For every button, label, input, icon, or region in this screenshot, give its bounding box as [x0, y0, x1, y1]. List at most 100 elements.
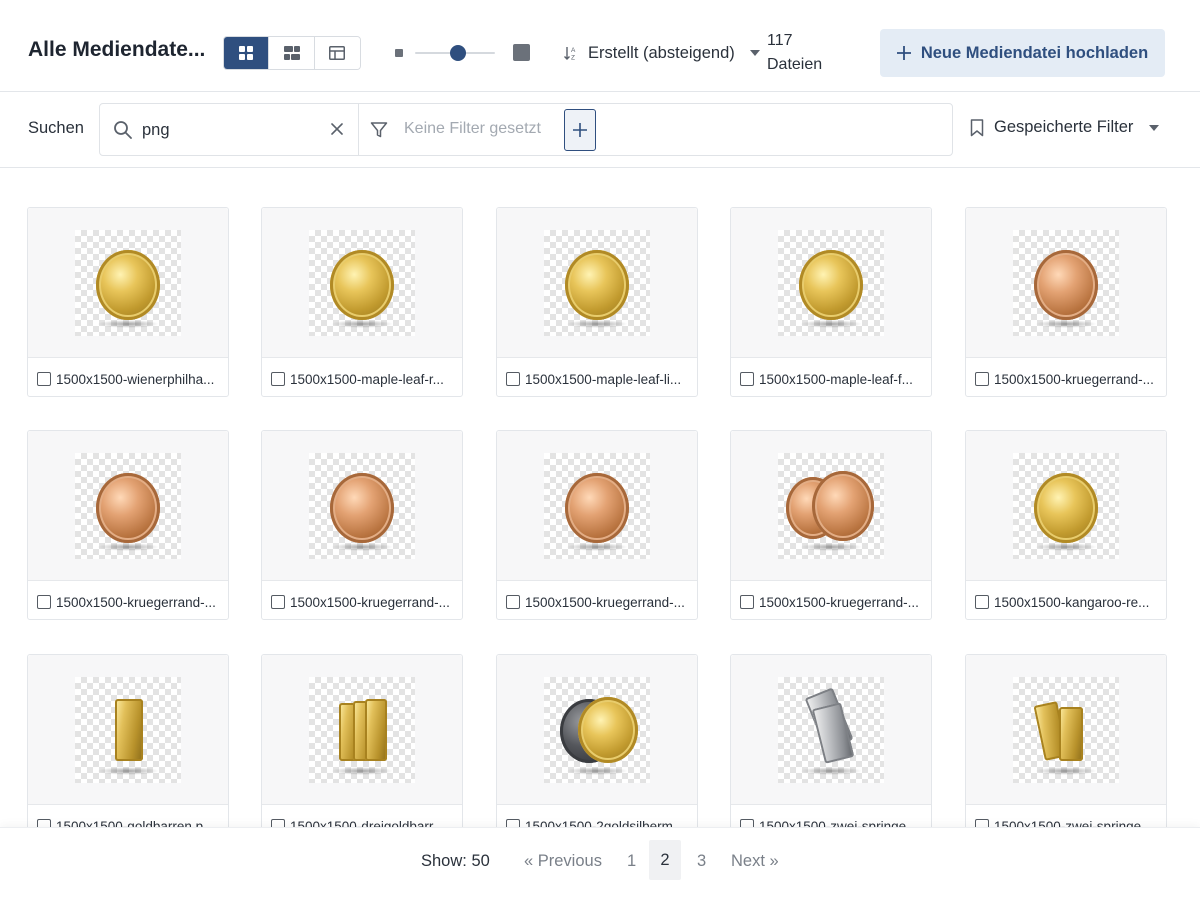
media-filename: 1500x1500-kruegerrand-... — [290, 594, 450, 610]
upload-media-button[interactable]: Neue Mediendatei hochladen — [880, 29, 1165, 77]
media-card[interactable]: 1500x1500-kruegerrand-... — [261, 430, 463, 620]
select-checkbox[interactable] — [271, 372, 285, 386]
media-thumbnail — [966, 655, 1166, 805]
saved-filters-label: Gespeicherte Filter — [994, 118, 1134, 136]
view-mode-toggle — [223, 36, 361, 70]
coin-shadow — [566, 767, 628, 775]
select-checkbox[interactable] — [271, 595, 285, 609]
search-input[interactable] — [142, 118, 322, 142]
bar-image — [365, 699, 387, 761]
select-checkbox[interactable] — [506, 595, 520, 609]
select-checkbox[interactable] — [506, 819, 520, 827]
toolbar: Alle Mediendate... A Z Erstellt (absteig… — [0, 0, 1200, 92]
transparency-background — [778, 453, 884, 559]
media-card[interactable]: 1500x1500-kruegerrand-... — [27, 430, 229, 620]
select-checkbox[interactable] — [975, 819, 989, 827]
table-view-button[interactable] — [314, 37, 360, 69]
media-card[interactable]: 1500x1500-kruegerrand-... — [496, 430, 698, 620]
current-page[interactable]: 2 — [649, 840, 681, 880]
media-card[interactable]: 1500x1500-zwei-springe... — [730, 654, 932, 827]
media-thumbnail — [966, 431, 1166, 581]
media-filename: 1500x1500-maple-leaf-f... — [759, 371, 913, 387]
coin-shadow — [800, 543, 862, 551]
bar-shadow — [1035, 767, 1097, 775]
pagination: Show: 50 « Previous 1 2 3 Next » — [0, 827, 1200, 901]
sort-icon: A Z — [564, 47, 576, 62]
transparency-background — [1013, 230, 1119, 336]
page-size-selector[interactable]: Show: 50 — [421, 852, 490, 871]
transparency-background — [309, 677, 415, 783]
media-caption: 1500x1500-dreigoldbarr... — [271, 816, 457, 827]
filter-icon — [370, 122, 388, 138]
select-checkbox[interactable] — [271, 819, 285, 827]
saved-filters-dropdown[interactable]: Gespeicherte Filter — [970, 118, 1160, 137]
coin-image — [799, 250, 863, 320]
filter-placeholder: Keine Filter gesetzt — [404, 120, 541, 137]
media-thumbnail — [966, 208, 1166, 358]
svg-text:A: A — [571, 47, 576, 54]
media-thumbnail — [731, 655, 931, 805]
mosaic-view-icon — [283, 46, 300, 60]
media-card[interactable]: 1500x1500-2goldsilberm... — [496, 654, 698, 827]
select-checkbox[interactable] — [740, 372, 754, 386]
media-card[interactable]: 1500x1500-wienerphilha... — [27, 207, 229, 397]
page-link-1[interactable]: 1 — [627, 852, 636, 871]
media-thumbnail — [28, 655, 228, 805]
media-filename: 1500x1500-kruegerrand-... — [56, 594, 216, 610]
media-grid: 1500x1500-wienerphilha... 1500x1500-maple… — [0, 168, 1200, 827]
search-icon — [114, 121, 132, 139]
coin-shadow — [331, 320, 393, 328]
media-filename: 1500x1500-2goldsilberm... — [525, 818, 685, 828]
thumbnail-size-slider[interactable] — [393, 44, 533, 62]
svg-text:Z: Z — [571, 55, 575, 62]
media-card[interactable]: 1500x1500-maple-leaf-r... — [261, 207, 463, 397]
next-page-link[interactable]: Next » — [731, 852, 779, 871]
transparency-background — [1013, 453, 1119, 559]
bar-image — [1059, 707, 1083, 761]
select-checkbox[interactable] — [506, 372, 520, 386]
media-thumbnail — [731, 431, 931, 581]
previous-page-link[interactable]: « Previous — [524, 852, 602, 871]
bookmark-icon — [970, 118, 984, 136]
select-checkbox[interactable] — [37, 819, 51, 827]
page-title: Alle Mediendate... — [28, 38, 206, 61]
media-filename: 1500x1500-zwei-springe... — [759, 818, 918, 828]
table-view-icon — [329, 46, 346, 60]
media-card[interactable]: 1500x1500-kruegerrand-... — [965, 207, 1167, 397]
media-card[interactable]: 1500x1500-goldbarren.p... — [27, 654, 229, 827]
file-count-unit: Dateien — [767, 56, 823, 73]
close-icon[interactable] — [330, 122, 344, 136]
select-checkbox[interactable] — [37, 595, 51, 609]
slider-handle[interactable] — [450, 45, 466, 61]
select-checkbox[interactable] — [975, 372, 989, 386]
media-card[interactable]: 1500x1500-kruegerrand-... — [730, 430, 932, 620]
coin-shadow — [566, 320, 628, 328]
transparency-background — [309, 453, 415, 559]
media-caption: 1500x1500-kruegerrand-... — [740, 592, 926, 612]
media-caption: 1500x1500-zwei-springe... — [975, 816, 1161, 827]
media-card[interactable]: 1500x1500-maple-leaf-f... — [730, 207, 932, 397]
select-checkbox[interactable] — [740, 595, 754, 609]
small-size-icon — [395, 49, 403, 57]
bar-shadow — [331, 767, 393, 775]
coin-shadow — [331, 543, 393, 551]
media-caption: 1500x1500-kruegerrand-... — [37, 592, 223, 612]
transparency-background — [75, 677, 181, 783]
media-card[interactable]: 1500x1500-maple-leaf-li... — [496, 207, 698, 397]
grid-view-button[interactable] — [224, 37, 270, 69]
mosaic-view-button[interactable] — [269, 37, 315, 69]
select-checkbox[interactable] — [740, 819, 754, 827]
media-card[interactable]: 1500x1500-zwei-springe... — [965, 654, 1167, 827]
page-link-3[interactable]: 3 — [697, 852, 706, 871]
media-filename: 1500x1500-maple-leaf-li... — [525, 371, 682, 387]
bar-shadow — [97, 767, 159, 775]
coin-image — [565, 473, 629, 543]
media-card[interactable]: 1500x1500-kangaroo-re... — [965, 430, 1167, 620]
select-checkbox[interactable] — [37, 372, 51, 386]
select-checkbox[interactable] — [975, 595, 989, 609]
media-card[interactable]: 1500x1500-dreigoldbarr... — [261, 654, 463, 827]
media-caption: 1500x1500-goldbarren.p... — [37, 816, 223, 827]
add-filter-button[interactable] — [564, 109, 596, 151]
sort-dropdown[interactable]: A Z Erstellt (absteigend) — [563, 41, 760, 65]
transparency-background — [544, 677, 650, 783]
